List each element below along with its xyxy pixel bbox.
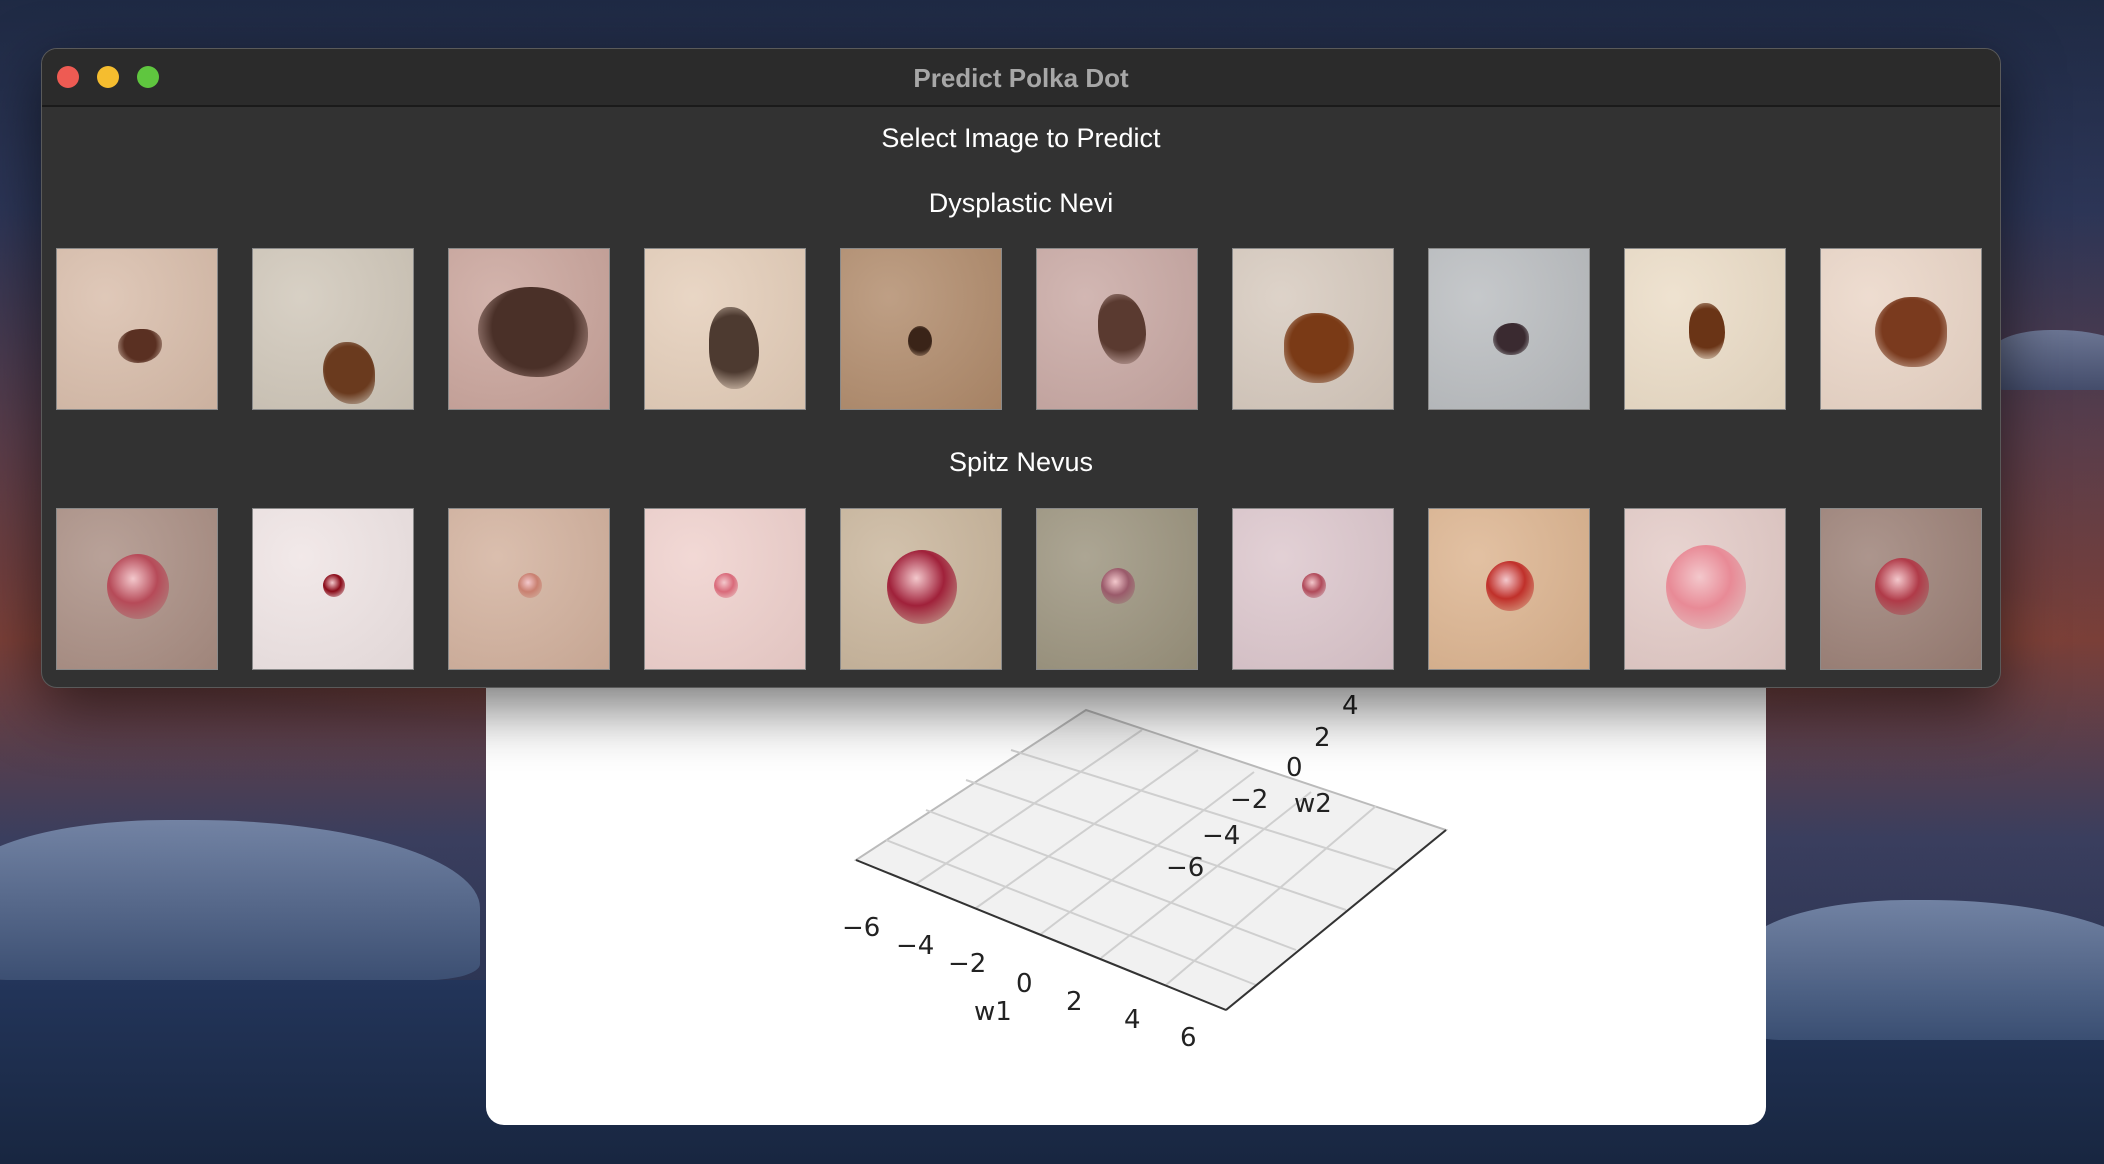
thumbnail-spitz-nevus-5[interactable] bbox=[840, 508, 1002, 670]
lesion bbox=[1666, 545, 1746, 629]
w1-tick-label: −2 bbox=[948, 949, 986, 979]
lesion bbox=[908, 325, 933, 356]
predict-window[interactable]: Predict Polka Dot Select Image to Predic… bbox=[41, 48, 2001, 688]
lesion bbox=[1097, 293, 1146, 364]
w2-tick-label: −2 bbox=[1230, 785, 1268, 815]
thumbnail-dysplastic-nevus-7[interactable] bbox=[1232, 248, 1394, 410]
lesion bbox=[1493, 322, 1529, 355]
lesion bbox=[714, 573, 738, 598]
window-titlebar[interactable]: Predict Polka Dot bbox=[42, 49, 2000, 107]
lesion bbox=[709, 306, 759, 389]
select-image-prompt: Select Image to Predict bbox=[881, 123, 1161, 153]
thumbnail-spitz-nevus-6[interactable] bbox=[1036, 508, 1198, 670]
lesion bbox=[1101, 568, 1135, 604]
w1-tick-label: 2 bbox=[1066, 987, 1083, 1017]
w2-tick-label: −4 bbox=[1202, 821, 1240, 851]
thumbnail-spitz-nevus-2[interactable] bbox=[252, 508, 414, 670]
thumbnail-spitz-nevus-10[interactable] bbox=[1820, 508, 1982, 670]
thumbnail-spitz-nevus-9[interactable] bbox=[1624, 508, 1786, 670]
plot-floor-grid bbox=[853, 708, 1449, 1012]
thumbnail-spitz-nevus-4[interactable] bbox=[644, 508, 806, 670]
w1-tick-label: −6 bbox=[842, 913, 880, 943]
lesion bbox=[1486, 561, 1534, 611]
category-heading-dysplastic-nevi: Dysplastic Nevi bbox=[928, 188, 1114, 218]
thumbnail-spitz-nevus-3[interactable] bbox=[448, 508, 610, 670]
thumbnail-dysplastic-nevus-6[interactable] bbox=[1036, 248, 1198, 410]
w2-tick-label: 2 bbox=[1314, 723, 1331, 753]
w2-axis-label: w2 bbox=[1294, 789, 1332, 819]
wallpaper-ice-left bbox=[0, 820, 480, 980]
wallpaper-ice-right bbox=[1740, 900, 2104, 1040]
lesion bbox=[1284, 313, 1355, 383]
lesion bbox=[107, 554, 169, 619]
w1-axis-label: w1 bbox=[974, 997, 1012, 1027]
lesion bbox=[1875, 558, 1929, 615]
category-heading-spitz-nevus: Spitz Nevus bbox=[948, 447, 1094, 477]
w1-tick-label: 4 bbox=[1124, 1005, 1141, 1035]
spitz-nevus-image-row bbox=[56, 508, 1986, 672]
lesion bbox=[1875, 297, 1948, 367]
thumbnail-dysplastic-nevus-2[interactable] bbox=[252, 248, 414, 410]
thumbnail-spitz-nevus-8[interactable] bbox=[1428, 508, 1590, 670]
lesion bbox=[323, 574, 345, 597]
lesion bbox=[117, 329, 162, 363]
w2-tick-label: 0 bbox=[1286, 753, 1303, 783]
w1-tick-label: 6 bbox=[1180, 1023, 1197, 1053]
dysplastic-nevi-image-row bbox=[56, 248, 1986, 412]
thumbnail-spitz-nevus-7[interactable] bbox=[1232, 508, 1394, 670]
w2-tick-label: 4 bbox=[1342, 691, 1359, 721]
thumbnail-dysplastic-nevus-5[interactable] bbox=[840, 248, 1002, 410]
lesion bbox=[323, 341, 376, 404]
lesion bbox=[887, 550, 957, 624]
thumbnail-dysplastic-nevus-3[interactable] bbox=[448, 248, 610, 410]
wallpaper-ice-small bbox=[1990, 330, 2104, 390]
w1-tick-label: −4 bbox=[896, 931, 934, 961]
thumbnail-dysplastic-nevus-10[interactable] bbox=[1820, 248, 1982, 410]
lesion bbox=[1689, 303, 1725, 360]
thumbnail-spitz-nevus-1[interactable] bbox=[56, 508, 218, 670]
thumbnail-dysplastic-nevus-9[interactable] bbox=[1624, 248, 1786, 410]
lesion bbox=[477, 287, 588, 378]
lesion bbox=[1302, 573, 1326, 598]
thumbnail-dysplastic-nevus-8[interactable] bbox=[1428, 248, 1590, 410]
thumbnail-dysplastic-nevus-1[interactable] bbox=[56, 248, 218, 410]
w2-tick-label: −6 bbox=[1166, 853, 1204, 883]
window-title: Predict Polka Dot bbox=[913, 63, 1129, 93]
w1-tick-label: 0 bbox=[1016, 969, 1033, 999]
thumbnail-dysplastic-nevus-4[interactable] bbox=[644, 248, 806, 410]
lesion bbox=[518, 573, 542, 598]
